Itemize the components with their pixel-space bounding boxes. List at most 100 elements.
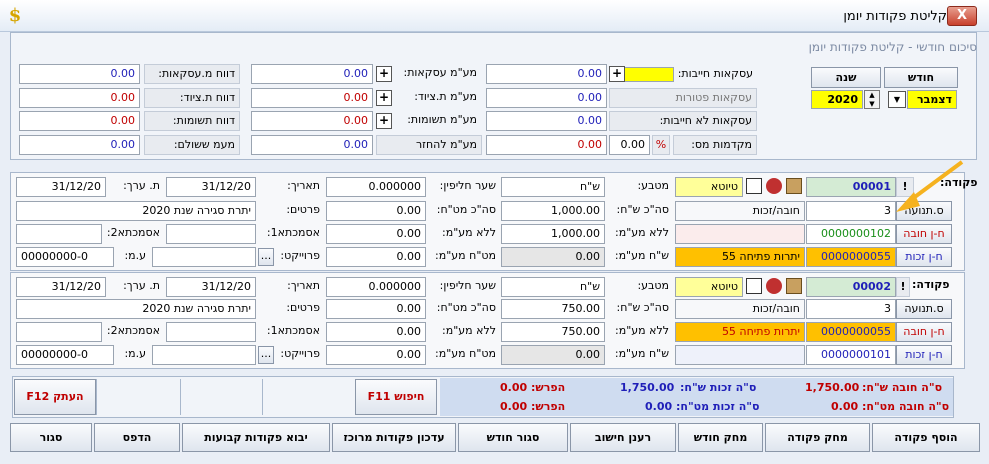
total-nis-field[interactable]: 750.00 [501, 299, 605, 319]
tax-advance-field[interactable]: 0.00 [609, 135, 650, 155]
equip-vat-field[interactable]: 0.00 [251, 88, 373, 108]
date-field[interactable]: 31/12/20 [166, 177, 256, 197]
vat-nis-label: ש"ח מע"מ: [614, 249, 669, 262]
novat-fx-field[interactable]: 0.00 [326, 322, 426, 342]
diff-fx-label: הפרש: [531, 400, 566, 413]
bug-icon[interactable] [766, 278, 782, 294]
currency-field[interactable]: ש"ח [501, 177, 605, 197]
close-button[interactable]: X [947, 6, 977, 26]
pkuda-number[interactable]: 00002 [806, 277, 896, 297]
novat-field[interactable]: 750.00 [501, 322, 605, 342]
report-inputs-label: דווח תשומות: [144, 111, 240, 131]
debit-account-button[interactable]: ח-ן חובה [896, 224, 952, 244]
diff-fx-value: 0.00 [500, 400, 528, 413]
edit-pencil-icon[interactable] [786, 178, 802, 194]
tax-advance-amount[interactable]: 0.00 [486, 135, 607, 155]
chevron-down-icon[interactable]: ▼ [888, 91, 906, 108]
close-month-button[interactable]: סגור חודש [458, 423, 568, 452]
rate-field[interactable]: 0.000000 [326, 177, 426, 197]
taxable-sales-indicator [624, 67, 674, 82]
novat-field[interactable]: 1,000.00 [501, 224, 605, 244]
vat-fx-label: מט"ח מע"מ: [435, 249, 496, 262]
credit-account-button[interactable]: ח-ן זכות [896, 247, 952, 267]
total-nis-field[interactable]: 1,000.00 [501, 201, 605, 221]
vat-paid-field[interactable]: 0.00 [19, 135, 140, 155]
ref1-field[interactable] [166, 322, 256, 342]
ref1-field[interactable] [166, 224, 256, 244]
project-picker-button[interactable]: ... [258, 346, 274, 364]
project-picker-button[interactable]: ... [258, 248, 274, 266]
delete-entry-button[interactable]: מחק פקודה [765, 423, 870, 452]
year-field[interactable]: 2020 [811, 90, 863, 109]
date-label: תאריך: [287, 179, 320, 192]
refresh-calc-button[interactable]: רענן חישוב [570, 423, 676, 452]
currency-field[interactable]: ש"ח [501, 277, 605, 297]
status-field: טיוטא [675, 277, 743, 297]
ref2-field[interactable] [16, 322, 102, 342]
debit-nis-value: 1,750.00 [805, 381, 860, 394]
exit-button[interactable]: סגור [10, 423, 92, 452]
rate-field[interactable]: 0.000000 [326, 277, 426, 297]
debit-account-field[interactable]: 0000000102 [806, 224, 896, 244]
inputs-vat-field[interactable]: 0.00 [251, 111, 373, 131]
project-field[interactable] [152, 345, 256, 365]
plus-icon[interactable]: + [376, 113, 392, 129]
exempt-sales-field[interactable]: 0.00 [486, 88, 607, 108]
debit-account-field[interactable]: 0000000055 [806, 322, 896, 342]
value-date-field[interactable]: 31/12/20 [16, 177, 106, 197]
debit-account-button[interactable]: ח-ן חובה [896, 322, 952, 342]
vat-fx-field[interactable]: 0.00 [326, 345, 426, 365]
copy-button[interactable]: העתק F12 [14, 379, 96, 415]
delete-month-button[interactable]: מחק חודש [678, 423, 763, 452]
bulk-update-button[interactable]: עדכון פקודות מרוכז [332, 423, 456, 452]
debit-nis-label: ס"ה חובה ש"ח: [862, 381, 943, 394]
vm-field[interactable]: 00000000-0 [16, 345, 114, 365]
nontaxable-sales-field[interactable]: 0.00 [486, 111, 607, 131]
project-field[interactable] [152, 247, 256, 267]
novat-fx-field[interactable]: 0.00 [326, 224, 426, 244]
add-entry-button[interactable]: הוסף פקודה [872, 423, 980, 452]
details-field[interactable]: יתרת סגירה שנת 2020 [16, 299, 256, 319]
credit-account-field[interactable]: 0000000055 [806, 247, 896, 267]
vat-refund-field[interactable]: 0.00 [251, 135, 373, 155]
vat-fx-field[interactable]: 0.00 [326, 247, 426, 267]
plus-icon[interactable]: + [376, 66, 392, 82]
alert-icon[interactable]: ! [896, 277, 910, 297]
import-fixed-entries-button[interactable]: יבוא פקודות קבועות [182, 423, 330, 452]
plus-icon[interactable]: + [376, 90, 392, 106]
total-fx-field[interactable]: 0.00 [326, 201, 426, 221]
bug-icon[interactable] [766, 178, 782, 194]
date-field[interactable]: 31/12/20 [166, 277, 256, 297]
search-button[interactable]: חיפוש F11 [355, 379, 437, 415]
value-date-label: ת. ערך: [123, 179, 160, 192]
vm-label: ע.מ: [124, 347, 146, 360]
credit-account-field[interactable]: 0000000101 [806, 345, 896, 365]
report-inputs-field[interactable]: 0.00 [19, 111, 140, 131]
edit-pencil-icon[interactable] [786, 278, 802, 294]
pkuda-label: פקודה: [912, 278, 950, 291]
print-button[interactable]: הדפס [94, 423, 180, 452]
inputs-vat-label: מע"מ תשומות: [397, 111, 481, 131]
month-button[interactable]: חודש [884, 67, 958, 88]
taxable-sales-field[interactable]: 0.00 [486, 64, 607, 84]
credit-account-button[interactable]: ח-ן זכות [896, 345, 952, 365]
year-button[interactable]: שנה [811, 67, 881, 88]
details-field[interactable]: יתרת סגירה שנת 2020 [16, 201, 256, 221]
sales-vat-field[interactable]: 0.00 [251, 64, 373, 84]
total-fx-field[interactable]: 0.00 [326, 299, 426, 319]
vm-field[interactable]: 00000000-0 [16, 247, 114, 267]
report-sales-field[interactable]: 0.00 [19, 64, 140, 84]
report-equip-field[interactable]: 0.00 [19, 88, 140, 108]
window-icon[interactable] [746, 178, 762, 194]
year-spinner-icon[interactable]: ▲ ▼ [864, 90, 880, 109]
value-date-field[interactable]: 31/12/20 [16, 277, 106, 297]
pkuda-number[interactable]: 00001 [806, 177, 896, 197]
window-icon[interactable] [746, 278, 762, 294]
ref2-field[interactable] [16, 224, 102, 244]
movement-type-button[interactable]: ס.תנועה [896, 299, 952, 319]
month-select[interactable]: דצמבר [907, 90, 957, 109]
plus-icon[interactable]: + [609, 66, 625, 82]
movement-type-field[interactable]: 3 [806, 201, 896, 221]
window-title-bar [0, 0, 989, 32]
movement-type-field[interactable]: 3 [806, 299, 896, 319]
